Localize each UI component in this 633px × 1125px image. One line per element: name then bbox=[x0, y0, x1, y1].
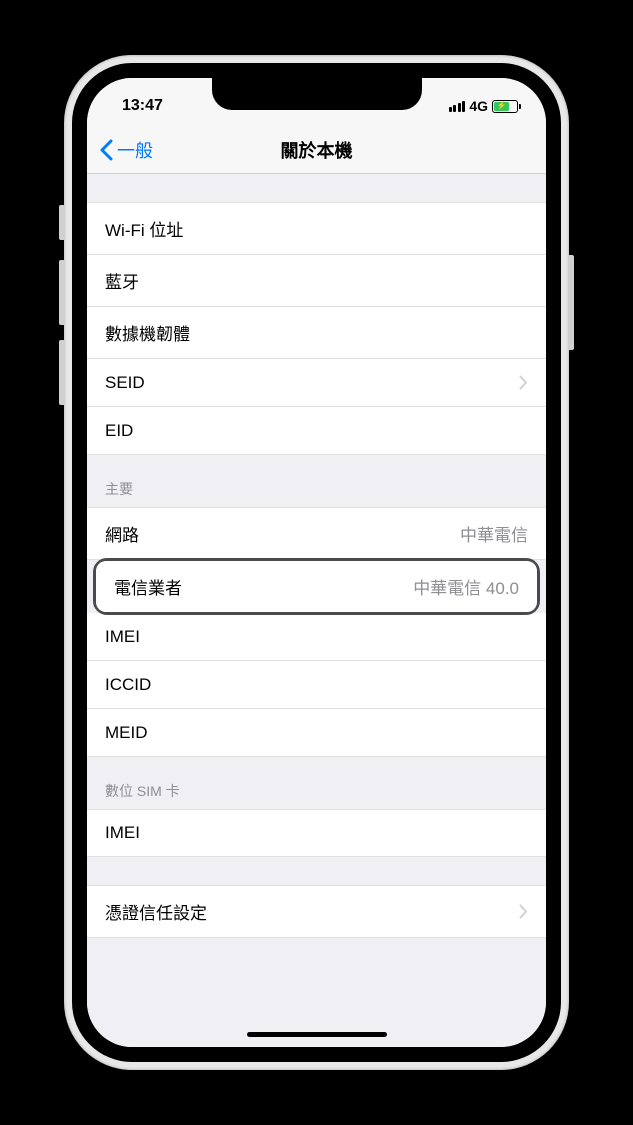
screen: 13:47 4G ⚡ 一般 關於本 bbox=[87, 78, 546, 1047]
row-label: ICCID bbox=[105, 675, 151, 695]
back-button[interactable]: 一般 bbox=[87, 137, 153, 163]
row-meid[interactable]: MEID bbox=[87, 709, 546, 757]
row-eid[interactable]: EID bbox=[87, 407, 546, 455]
phone-frame: 13:47 4G ⚡ 一般 關於本 bbox=[72, 63, 561, 1062]
phone-chassis: 13:47 4G ⚡ 一般 關於本 bbox=[64, 55, 569, 1070]
highlighted-row: 電信業者 中華電信 40.0 bbox=[93, 558, 540, 615]
nav-bar: 一般 關於本機 bbox=[87, 126, 546, 174]
row-label: 數據機韌體 bbox=[105, 320, 190, 345]
settings-content[interactable]: Wi-Fi 位址 藍牙 數據機韌體 SEID bbox=[87, 174, 546, 1047]
row-iccid[interactable]: ICCID bbox=[87, 661, 546, 709]
side-button-power bbox=[569, 255, 574, 350]
row-label: 憑證信任設定 bbox=[105, 899, 207, 924]
signal-icon bbox=[449, 101, 466, 112]
back-label: 一般 bbox=[117, 137, 153, 163]
row-value: 中華電信 bbox=[460, 521, 528, 546]
row-value: 中華電信 40.0 bbox=[413, 574, 519, 599]
row-label: IMEI bbox=[105, 627, 140, 647]
row-network[interactable]: 網路 中華電信 bbox=[87, 507, 546, 560]
section-header-esim: 數位 SIM 卡 bbox=[87, 757, 546, 809]
row-modem-firmware[interactable]: 數據機韌體 bbox=[87, 307, 546, 359]
side-buttons-left bbox=[59, 205, 64, 420]
chevron-right-icon bbox=[519, 375, 528, 390]
notch bbox=[212, 78, 422, 110]
section-header-primary: 主要 bbox=[87, 455, 546, 507]
row-value bbox=[509, 904, 528, 919]
nav-title: 關於本機 bbox=[281, 137, 353, 163]
row-label: 藍牙 bbox=[105, 268, 139, 293]
row-bluetooth[interactable]: 藍牙 bbox=[87, 255, 546, 307]
row-label: MEID bbox=[105, 723, 148, 743]
row-label: 網路 bbox=[105, 521, 139, 546]
row-carrier[interactable]: 電信業者 中華電信 40.0 bbox=[96, 561, 537, 612]
status-time: 13:47 bbox=[122, 97, 163, 115]
status-right: 4G ⚡ bbox=[449, 98, 518, 114]
network-label: 4G bbox=[469, 98, 488, 114]
chevron-left-icon bbox=[99, 139, 113, 161]
row-imei[interactable]: IMEI bbox=[87, 613, 546, 661]
row-label: Wi-Fi 位址 bbox=[105, 216, 183, 241]
row-cert-trust[interactable]: 憑證信任設定 bbox=[87, 885, 546, 938]
row-seid[interactable]: SEID bbox=[87, 359, 546, 407]
row-label: IMEI bbox=[105, 823, 140, 843]
home-indicator[interactable] bbox=[247, 1032, 387, 1037]
row-label: SEID bbox=[105, 373, 145, 393]
row-label: 電信業者 bbox=[114, 574, 182, 599]
row-value bbox=[509, 375, 528, 390]
row-label: EID bbox=[105, 421, 133, 441]
battery-icon: ⚡ bbox=[492, 100, 518, 113]
row-wifi-address[interactable]: Wi-Fi 位址 bbox=[87, 202, 546, 255]
row-esim-imei[interactable]: IMEI bbox=[87, 809, 546, 857]
chevron-right-icon bbox=[519, 904, 528, 919]
